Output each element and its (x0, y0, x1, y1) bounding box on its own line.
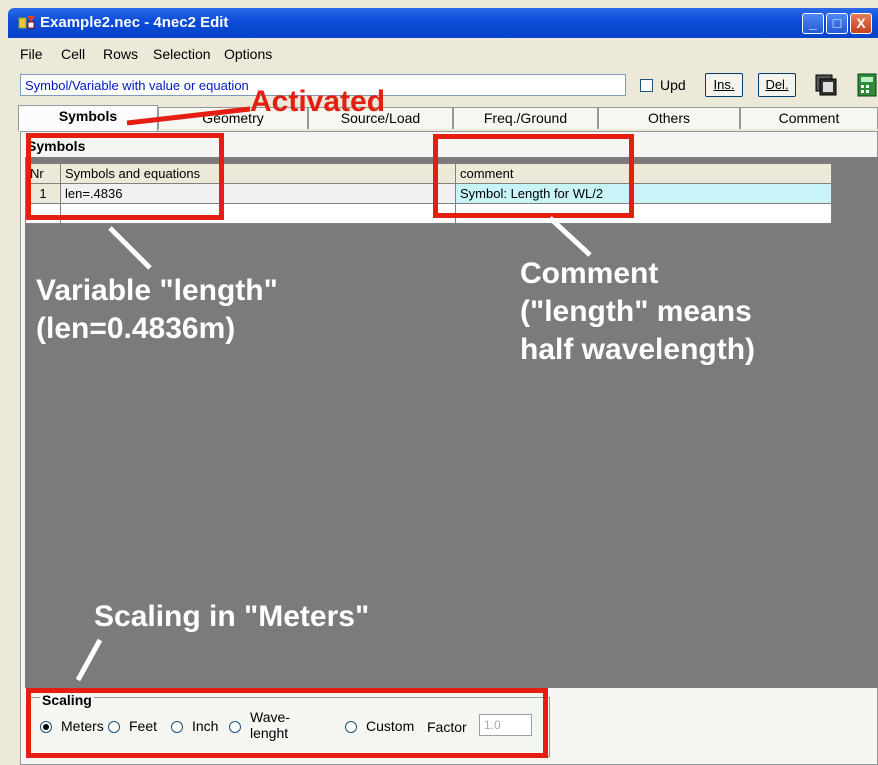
annotation-activated: Activated (250, 85, 386, 118)
annotation-variable: Variable "length" (len=0.4836m) (36, 274, 278, 345)
annotation-scaling: Scaling in "Meters" (94, 600, 370, 633)
annotation-comment: Comment ("length" means half wavelength) (520, 257, 756, 366)
annotation-lines (75, 106, 592, 682)
